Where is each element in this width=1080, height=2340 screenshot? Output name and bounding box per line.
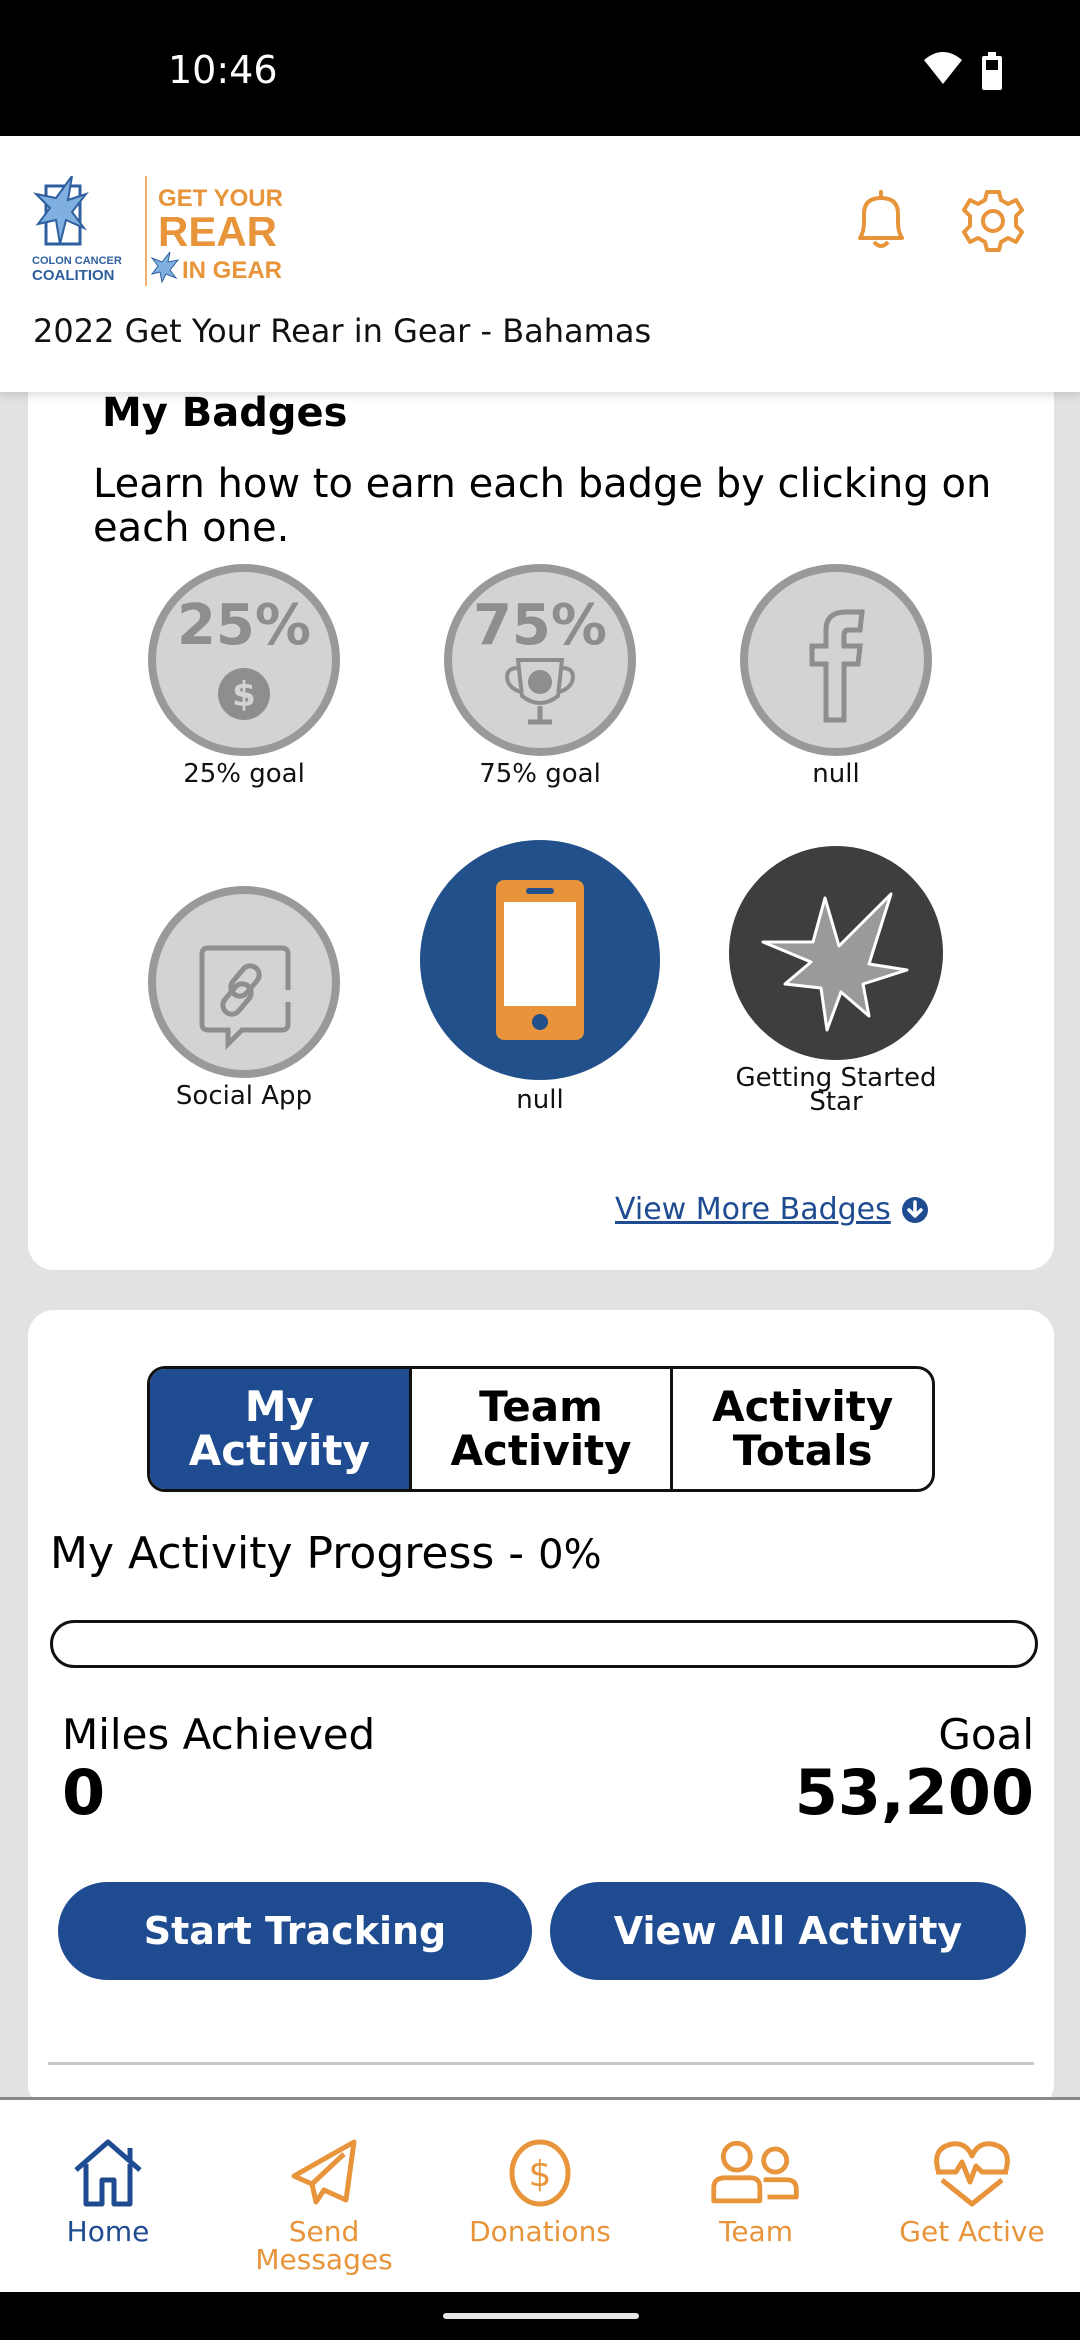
gear-icon[interactable]: [958, 186, 1028, 256]
badge-circle: 75%: [444, 564, 636, 756]
progress-label: My Activity Progress -: [50, 1528, 539, 1579]
badge-label: null: [516, 1085, 564, 1115]
nav-send-messages[interactable]: Send Messages: [216, 2100, 432, 2292]
status-bar: 10:46: [0, 0, 1080, 136]
badge-label: Social App: [175, 1081, 313, 1111]
star-icon: [761, 892, 909, 1032]
progress-percent: 0%: [538, 1532, 602, 1578]
start-tracking-button[interactable]: Start Tracking: [58, 1882, 532, 1980]
nav-team[interactable]: Team: [648, 2100, 864, 2292]
svg-text:$: $: [529, 2154, 552, 2195]
progress-title: My Activity Progress - 0%: [50, 1528, 602, 1579]
view-more-badges-label: View More Badges: [615, 1192, 891, 1227]
badge-facebook[interactable]: null: [706, 564, 966, 789]
activity-card: My Activity Team Activity Activity Totals M…: [28, 1310, 1054, 2110]
battery-icon: [982, 52, 1002, 90]
badge-getting-started-star[interactable]: Getting Started Star: [706, 846, 966, 1117]
svg-text:REAR: REAR: [158, 208, 277, 255]
tab-team-activity[interactable]: Team Activity: [408, 1369, 671, 1489]
arrow-down-circle-icon: [901, 1196, 928, 1223]
home-icon: [74, 2139, 142, 2207]
badges-card: My Badges Learn how to earn each badge b…: [28, 340, 1054, 1270]
badge-label: 75% goal: [479, 759, 601, 789]
goal-value: 53,200: [794, 1756, 1034, 1829]
badges-title: My Badges: [102, 390, 348, 436]
tab-my-activity[interactable]: My Activity: [150, 1369, 409, 1489]
view-more-badges-link[interactable]: View More Badges: [615, 1192, 929, 1227]
svg-text:25%: 25%: [177, 593, 311, 658]
nav-get-active[interactable]: Get Active: [864, 2100, 1080, 2292]
nav-home[interactable]: Home: [0, 2100, 216, 2292]
svg-text:$: $: [232, 675, 256, 715]
badge-25-goal[interactable]: 25% $ 25% goal: [114, 564, 374, 789]
nav-label: Donations: [469, 2215, 611, 2248]
badge-label: null: [812, 759, 860, 789]
bell-icon[interactable]: [846, 186, 916, 256]
event-title: 2022 Get Your Rear in Gear - Bahamas: [33, 312, 652, 350]
badge-circle: 25% $: [148, 564, 340, 756]
svg-text:COLON CANCER: COLON CANCER: [32, 255, 122, 267]
goal-label: Goal: [938, 1710, 1034, 1759]
team-icon: [711, 2140, 799, 2204]
nav-donations[interactable]: $ Donations: [432, 2100, 648, 2292]
chat-link-icon: [199, 945, 291, 1051]
view-all-activity-button[interactable]: View All Activity: [550, 1882, 1026, 1980]
badge-circle: [420, 840, 660, 1080]
badge-label: 25% goal: [183, 759, 305, 789]
badge-smartphone[interactable]: null: [410, 840, 670, 1115]
dollar-coin-icon: 25% $: [177, 593, 311, 720]
badge-75-goal[interactable]: 75% 75% goal: [410, 564, 670, 789]
badge-circle: [729, 846, 943, 1060]
trophy-dollar-icon: 75%: [473, 593, 607, 725]
activity-tabs: My Activity Team Activity Activity Totals: [147, 1366, 935, 1492]
miles-achieved-label: Miles Achieved: [62, 1710, 376, 1759]
svg-text:75%: 75%: [473, 593, 607, 658]
badge-label: Getting Started Star: [735, 1063, 937, 1117]
home-gesture-handle[interactable]: [443, 2313, 639, 2319]
paper-plane-icon: [291, 2139, 357, 2205]
badges-description: Learn how to earn each badge by clicking…: [93, 461, 992, 551]
activity-progress-bar: [50, 1620, 1038, 1668]
tab-activity-totals[interactable]: Activity Totals: [670, 1369, 932, 1489]
nav-label: Home: [66, 2215, 150, 2248]
badge-circle: [148, 886, 340, 1078]
nav-label: Team: [718, 2215, 793, 2248]
divider: [48, 2062, 1034, 2065]
status-time: 10:46: [168, 48, 278, 92]
smartphone-icon: [496, 880, 584, 1040]
miles-achieved-value: 0: [62, 1756, 106, 1829]
svg-text:COALITION: COALITION: [32, 267, 115, 284]
system-nav-bar: [0, 2292, 1080, 2340]
get-your-rear-in-gear-logo: COLON CANCER COALITION GET YOUR REAR IN …: [32, 176, 283, 286]
nav-label: Get Active: [899, 2215, 1045, 2248]
badge-social-app[interactable]: Social App: [114, 886, 374, 1111]
bottom-nav: Home Send Messages $ Donations Team Get A…: [0, 2097, 1080, 2292]
heart-pulse-icon: [934, 2141, 1010, 2207]
nav-label: Send Messages: [255, 2215, 393, 2276]
facebook-icon: [809, 609, 865, 723]
app-header: COLON CANCER COALITION GET YOUR REAR IN …: [0, 136, 1080, 392]
wifi-icon: [924, 52, 962, 84]
badge-circle: [740, 564, 932, 756]
dollar-circle-icon: $: [509, 2139, 571, 2207]
svg-text:IN GEAR: IN GEAR: [182, 257, 282, 284]
